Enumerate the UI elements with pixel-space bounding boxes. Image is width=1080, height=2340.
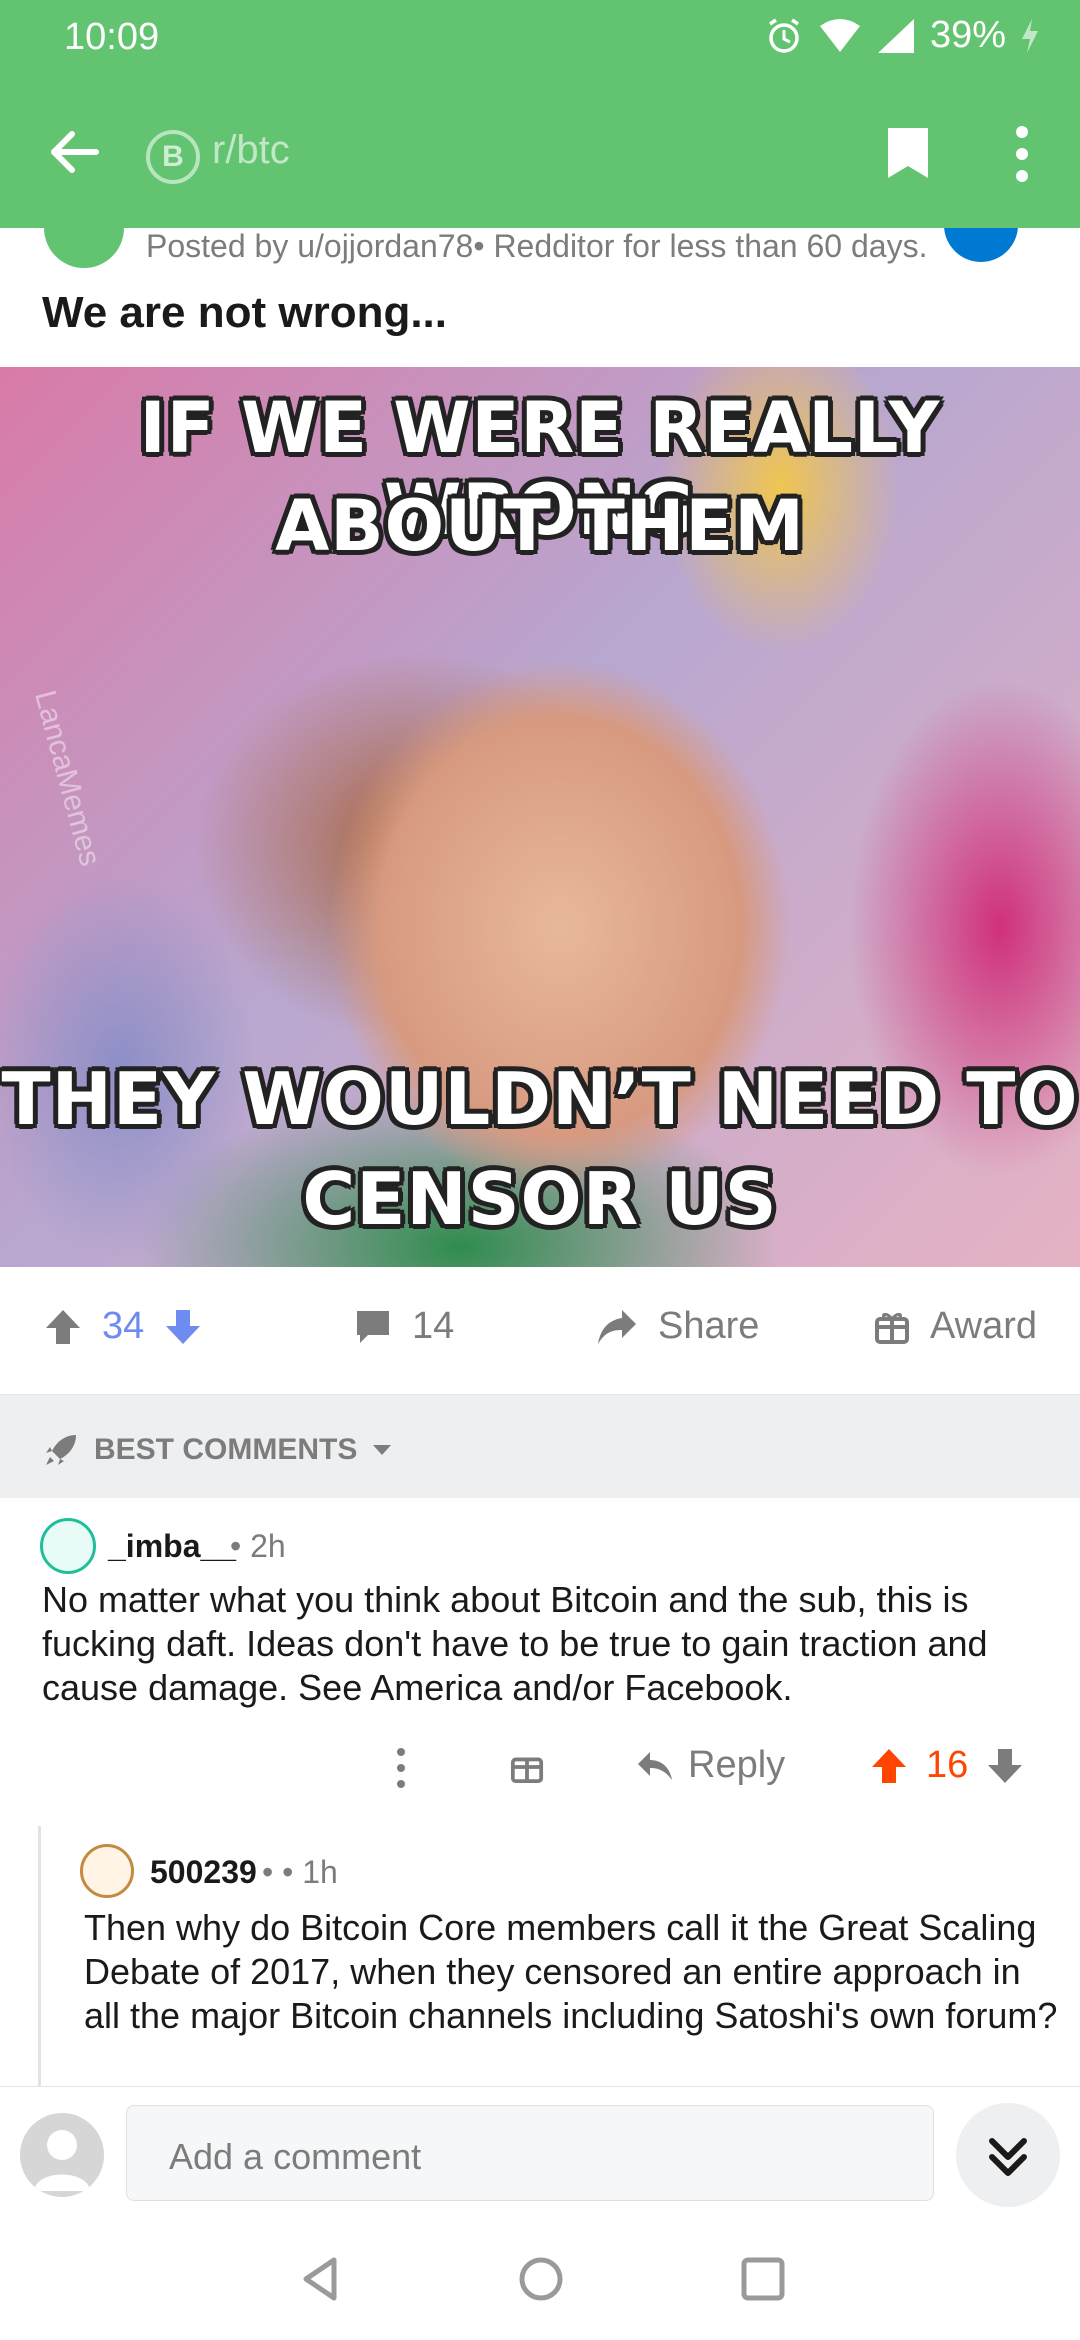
- comment-time: • 2h: [230, 1528, 286, 1564]
- post-title: We are not wrong...: [42, 288, 448, 337]
- share-button[interactable]: Share: [596, 1305, 759, 1348]
- award-button[interactable]: Award: [874, 1305, 1037, 1348]
- post-author-line[interactable]: Posted by u/ojjordan78• Redditor for les…: [146, 228, 927, 265]
- gift-icon[interactable]: [510, 1750, 544, 1784]
- post-meta: Posted by u/ojjordan78• Redditor for les…: [0, 228, 1080, 268]
- author-avatar[interactable]: [44, 228, 124, 268]
- rocket-icon: [46, 1435, 76, 1465]
- comment-time: • • 1h: [262, 1854, 338, 1890]
- award-label: Award: [930, 1305, 1038, 1347]
- reply-button[interactable]: Reply: [636, 1744, 785, 1787]
- system-nav-bar: [0, 2218, 1080, 2340]
- meme-caption-bottom-line-2: CENSOR US: [302, 1157, 778, 1241]
- nav-home-icon[interactable]: [516, 2254, 566, 2304]
- commenter-avatar[interactable]: [40, 1518, 96, 1574]
- commenter-avatar[interactable]: [80, 1844, 134, 1898]
- comment-score: 16: [926, 1744, 969, 1786]
- user-silhouette-icon: [34, 2130, 90, 2191]
- post-vote-group: 34: [44, 1305, 202, 1348]
- app-bar: B r/btc: [0, 78, 1080, 228]
- comment-count: 14: [412, 1305, 455, 1347]
- battery-percent: 39%: [929, 14, 1006, 56]
- chevron-down-icon: [373, 1445, 392, 1455]
- nav-back-icon[interactable]: [296, 2254, 346, 2304]
- status-time: 10:09: [64, 16, 160, 58]
- comment-vote-group: 16: [870, 1744, 1024, 1787]
- charging-icon: [1022, 18, 1038, 53]
- bookmark-icon[interactable]: [886, 126, 930, 180]
- sort-label: BEST COMMENTS: [94, 1433, 358, 1466]
- image-watermark: LancaMemes: [28, 687, 107, 870]
- comment-actions: Reply 16: [0, 1740, 1080, 1796]
- status-icons: 39%: [764, 14, 1040, 57]
- upvote-icon[interactable]: [44, 1308, 82, 1346]
- alarm-icon: [768, 18, 799, 53]
- subreddit-name[interactable]: r/btc: [212, 128, 290, 173]
- comment-username[interactable]: _imba__: [108, 1528, 236, 1565]
- comment-body: Then why do Bitcoin Core members call it…: [84, 1907, 1058, 2036]
- comment-sort-bar[interactable]: BEST COMMENTS: [0, 1395, 1080, 1498]
- back-arrow-icon[interactable]: [46, 124, 102, 180]
- status-bar: 10:09 39%: [0, 0, 1080, 78]
- thread-line[interactable]: [38, 1826, 41, 2086]
- jump-down-button[interactable]: [956, 2103, 1060, 2207]
- comment-icon: [357, 1310, 389, 1343]
- reply-arrow-icon: [638, 1751, 672, 1780]
- join-button[interactable]: [944, 228, 1018, 262]
- comment-composer: Add a comment: [0, 2086, 1080, 2218]
- comment: _imba__ • 2h No matter what you think ab…: [0, 1498, 1080, 1804]
- comment-reply: 500239 • • 1h Then why do Bitcoin Core m…: [0, 1826, 1080, 2086]
- post-image[interactable]: IF WE WERE REALLY WRONG ABOUT THEM Lanca…: [0, 367, 1080, 1267]
- reply-label: Reply: [688, 1744, 786, 1786]
- post-vote-count: 34: [102, 1305, 145, 1347]
- downvote-icon[interactable]: [986, 1747, 1024, 1785]
- nav-recents-icon[interactable]: [738, 2254, 788, 2304]
- comment-username[interactable]: 500239: [150, 1854, 257, 1891]
- share-label: Share: [658, 1305, 760, 1347]
- add-comment-input[interactable]: Add a comment: [126, 2105, 934, 2201]
- meme-caption-bottom-line-1: THEY WOULDN’T NEED TO: [1, 1057, 1079, 1141]
- gift-icon: [875, 1312, 909, 1344]
- comments-button[interactable]: 14: [354, 1305, 454, 1348]
- post-actions: 34 14 Share Award: [0, 1267, 1080, 1395]
- comment-body: No matter what you think about Bitcoin a…: [42, 1579, 988, 1708]
- user-avatar[interactable]: [20, 2113, 104, 2197]
- wifi-icon: [819, 18, 860, 52]
- double-chevron-down-icon: [989, 2138, 1027, 2176]
- upvote-icon[interactable]: [870, 1747, 908, 1785]
- downvote-icon[interactable]: [164, 1308, 202, 1346]
- signal-icon: [877, 18, 914, 53]
- more-options-icon[interactable]: [1000, 122, 1044, 186]
- subreddit-icon[interactable]: B: [146, 130, 200, 184]
- more-options-icon[interactable]: [396, 1746, 406, 1790]
- share-icon: [598, 1309, 636, 1344]
- meme-caption-top-line-2: ABOUT THEM: [275, 485, 805, 567]
